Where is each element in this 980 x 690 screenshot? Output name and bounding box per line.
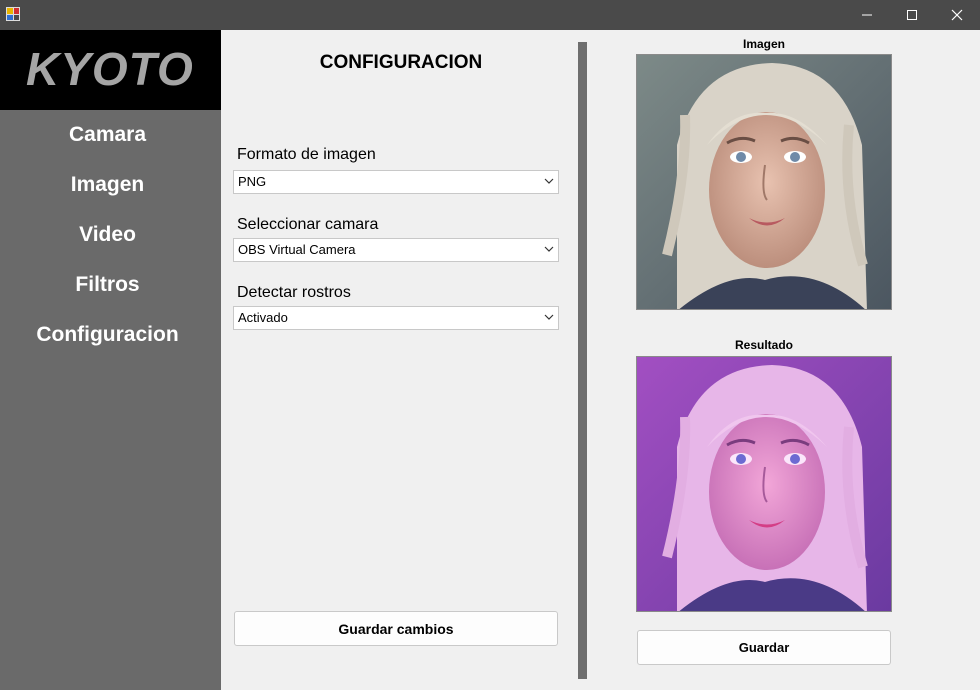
- app-icon: [6, 7, 20, 21]
- original-image: [636, 54, 892, 310]
- minimize-button[interactable]: [844, 0, 890, 30]
- save-changes-button[interactable]: Guardar cambios: [234, 611, 558, 646]
- result-image: [636, 356, 892, 612]
- original-caption: Imagen: [742, 37, 785, 51]
- faces-label: Detectar rostros: [237, 284, 351, 301]
- minimize-icon: [862, 14, 872, 16]
- camera-label: Seleccionar camara: [237, 216, 379, 233]
- sidebar-item-filtros[interactable]: Filtros: [0, 265, 215, 305]
- result-caption: Resultado: [734, 338, 793, 352]
- format-value: PNG: [238, 174, 267, 189]
- faces-value: Activado: [238, 310, 288, 325]
- logo: KYOTO: [26, 43, 194, 95]
- faces-select[interactable]: Activado: [233, 306, 559, 330]
- chevron-down-icon: [544, 246, 554, 252]
- sidebar-item-imagen[interactable]: Imagen: [0, 165, 215, 205]
- format-label: Formato de imagen: [237, 146, 376, 163]
- close-button[interactable]: [934, 0, 980, 30]
- sidebar-item-configuracion[interactable]: Configuracion: [0, 315, 215, 355]
- chevron-down-icon: [544, 314, 554, 320]
- title-bar: [0, 0, 980, 30]
- close-icon: [951, 9, 963, 21]
- save-button[interactable]: Guardar: [637, 630, 891, 665]
- sidebar: KYOTO Camara Imagen Video Filtros Config…: [0, 30, 221, 690]
- maximize-button[interactable]: [889, 0, 935, 30]
- divider: [578, 42, 587, 679]
- format-select[interactable]: PNG: [233, 170, 559, 194]
- page-title: CONFIGURACION: [319, 52, 483, 73]
- maximize-icon: [907, 10, 917, 20]
- sidebar-item-camara[interactable]: Camara: [0, 115, 215, 155]
- logo-box: KYOTO: [0, 30, 221, 110]
- sidebar-item-video[interactable]: Video: [0, 215, 215, 255]
- camera-select[interactable]: OBS Virtual Camera: [233, 238, 559, 262]
- camera-value: OBS Virtual Camera: [238, 242, 356, 257]
- chevron-down-icon: [544, 178, 554, 184]
